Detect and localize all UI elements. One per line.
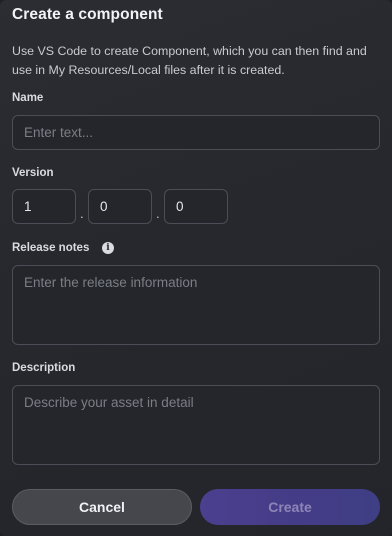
name-input[interactable] <box>12 115 380 150</box>
dialog-title: Create a component <box>12 6 163 23</box>
version-separator: . <box>80 206 84 221</box>
cancel-button[interactable]: Cancel <box>12 489 192 525</box>
dialog-description: Use VS Code to create Component, which y… <box>12 44 367 77</box>
info-icon[interactable]: i <box>102 242 114 254</box>
version-major-input[interactable] <box>12 189 76 224</box>
version-minor-input[interactable] <box>88 189 152 224</box>
version-label: Version <box>12 167 54 179</box>
create-button[interactable]: Create <box>200 489 380 525</box>
create-component-dialog: Create a component Use VS Code to create… <box>0 0 392 536</box>
version-patch-input[interactable] <box>164 189 228 224</box>
release-notes-textarea[interactable] <box>12 265 380 345</box>
name-label: Name <box>12 92 44 104</box>
release-notes-label: Release notes <box>12 242 90 254</box>
description-textarea[interactable] <box>12 385 380 465</box>
description-label: Description <box>12 362 76 374</box>
version-separator: . <box>156 206 160 221</box>
